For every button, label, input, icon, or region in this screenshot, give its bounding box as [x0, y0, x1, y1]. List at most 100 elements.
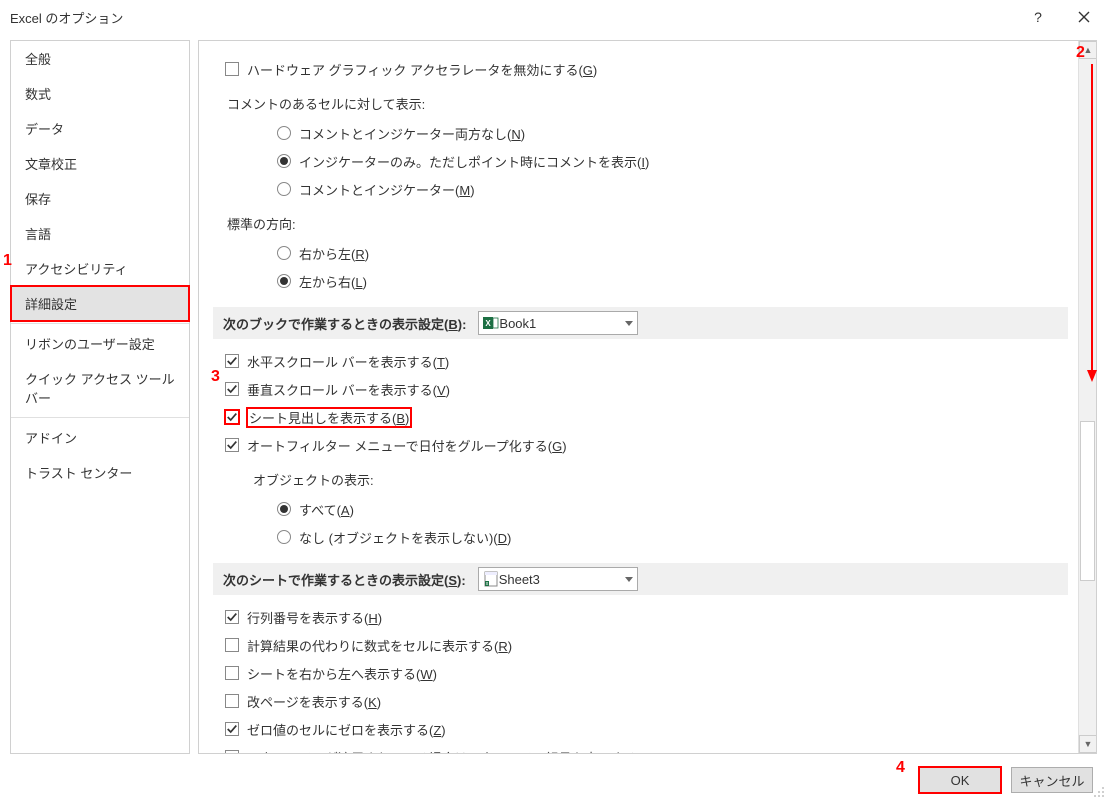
cancel-label: キャンセル — [1019, 771, 1084, 790]
objects-option-0-row: すべて(A) — [217, 495, 1068, 523]
objects-option-0-radio[interactable] — [277, 502, 291, 516]
sidebar-item-10[interactable]: アドイン — [11, 420, 189, 455]
sidebar-item-5[interactable]: 言語 — [11, 216, 189, 251]
hw-graphics-row: ハードウェア グラフィック アクセラレータを無効にする(G) — [225, 55, 1068, 83]
direction-option-1-label: 左から右(L) — [299, 272, 367, 291]
options-panel: ハードウェア グラフィック アクセラレータを無効にする(G) コメントのあるセルに… — [198, 40, 1097, 754]
sheet-opt-1-label: 計算結果の代わりに数式をセルに表示する(R) — [247, 636, 512, 655]
comment-option-0-row: コメントとインジケーター両方なし(N) — [217, 119, 1068, 147]
sidebar-item-6[interactable]: アクセシビリティ — [11, 251, 189, 286]
annotation-3: 3 — [211, 368, 220, 386]
direction-option-1-row: 左から右(L) — [217, 267, 1068, 295]
ok-label: OK — [951, 773, 970, 788]
workbook-opt-2-label: シート見出しを表示する(B) — [247, 408, 411, 427]
scrollbar-thumb[interactable] — [1080, 421, 1095, 581]
objects-group-label: オブジェクトの表示: — [253, 470, 374, 489]
sheet-opt-4-checkbox[interactable] — [225, 722, 239, 736]
sidebar-item-9[interactable]: クイック アクセス ツール バー — [11, 361, 189, 415]
sheet-opt-4-label: ゼロ値のセルにゼロを表示する(Z) — [247, 720, 446, 739]
workbook-opt-3-label: オートフィルター メニューで日付をグループ化する(G) — [247, 436, 567, 455]
dialog-footer: OK キャンセル — [0, 760, 1107, 800]
workbook-dropdown-value: Book1 — [499, 316, 536, 331]
workbook-opt-0-label: 水平スクロール バーを表示する(T) — [247, 352, 449, 371]
sidebar-item-7[interactable]: 詳細設定 — [11, 286, 189, 321]
direction-option-0-row: 右から左(R) — [217, 239, 1068, 267]
cancel-button[interactable]: キャンセル — [1011, 767, 1093, 793]
comment-option-1-radio[interactable] — [277, 154, 291, 168]
sidebar-item-4[interactable]: 保存 — [11, 181, 189, 216]
comment-option-2-radio[interactable] — [277, 182, 291, 196]
direction-option-0-label: 右から左(R) — [299, 244, 369, 263]
ok-button[interactable]: OK — [919, 767, 1001, 793]
comment-option-2-label: コメントとインジケーター(M) — [299, 180, 475, 199]
objects-option-1-row: なし (オブジェクトを表示しない)(D) — [217, 523, 1068, 551]
sheet-opt-5-checkbox[interactable] — [225, 750, 239, 753]
close-icon — [1078, 11, 1090, 23]
sheet-dropdown-value: Sheet3 — [499, 572, 540, 587]
sheet-section-header: 次のシートで作業するときの表示設定(S): xSheet3 — [213, 563, 1068, 595]
hw-graphics-label: ハードウェア グラフィック アクセラレータを無効にする(G) — [247, 60, 597, 79]
workbook-section-label: 次のブックで作業するときの表示設定(B): — [223, 314, 466, 333]
excel-icon: X — [483, 315, 499, 331]
workbook-opt-2-row: シート見出しを表示する(B) — [225, 403, 1068, 431]
sidebar-item-8[interactable]: リボンのユーザー設定 — [11, 326, 189, 361]
sheet-opt-3-label: 改ページを表示する(K) — [247, 692, 381, 711]
sheet-opt-1-checkbox[interactable] — [225, 638, 239, 652]
resize-grip-icon[interactable] — [1093, 786, 1105, 798]
sheet-opt-5-label: アウトラインが適用されている場合はアウトライン記号を表示する(O) — [247, 748, 655, 754]
sheet-opt-2-row: シートを右から左へ表示する(W) — [225, 659, 1068, 687]
sheet-opt-0-label: 行列番号を表示する(H) — [247, 608, 382, 627]
sheet-opt-0-checkbox[interactable] — [225, 610, 239, 624]
window-title: Excel のオプション — [10, 8, 123, 27]
sheet-opt-2-checkbox[interactable] — [225, 666, 239, 680]
comment-option-0-radio[interactable] — [277, 126, 291, 140]
objects-option-1-label: なし (オブジェクトを表示しない)(D) — [299, 528, 511, 547]
workbook-opt-3-checkbox[interactable] — [225, 438, 239, 452]
objects-option-0-label: すべて(A) — [299, 500, 354, 519]
chevron-down-icon — [625, 577, 633, 582]
workbook-opt-1-row: 垂直スクロール バーを表示する(V) — [225, 375, 1068, 403]
comment-option-2-row: コメントとインジケーター(M) — [217, 175, 1068, 203]
comment-option-1-row: インジケーターのみ。ただしポイント時にコメントを表示(I) — [217, 147, 1068, 175]
vertical-scrollbar[interactable]: ▲ ▼ — [1078, 41, 1096, 753]
direction-option-0-radio[interactable] — [277, 246, 291, 260]
sheet-dropdown[interactable]: xSheet3 — [478, 567, 638, 591]
sidebar-item-2[interactable]: データ — [11, 111, 189, 146]
sheet-opt-2-label: シートを右から左へ表示する(W) — [247, 664, 437, 683]
scroll-down-button[interactable]: ▼ — [1079, 735, 1097, 753]
title-bar: Excel のオプション ? — [0, 0, 1107, 34]
workbook-opt-1-checkbox[interactable] — [225, 382, 239, 396]
workbook-opt-3-row: オートフィルター メニューで日付をグループ化する(G) — [225, 431, 1068, 459]
direction-option-1-radio[interactable] — [277, 274, 291, 288]
sheet-section-label: 次のシートで作業するときの表示設定(S): — [223, 570, 466, 589]
hw-graphics-checkbox[interactable] — [225, 62, 239, 76]
comment-option-0-label: コメントとインジケーター両方なし(N) — [299, 124, 525, 143]
workbook-section-header: 次のブックで作業するときの表示設定(B): X Book1 — [213, 307, 1068, 339]
help-button[interactable]: ? — [1015, 0, 1061, 34]
workbook-opt-1-label: 垂直スクロール バーを表示する(V) — [247, 380, 450, 399]
workbook-opt-0-checkbox[interactable] — [225, 354, 239, 368]
sheet-opt-5-row: アウトラインが適用されている場合はアウトライン記号を表示する(O) — [225, 743, 1068, 753]
sheet-opt-4-row: ゼロ値のセルにゼロを表示する(Z) — [225, 715, 1068, 743]
comment-option-1-label: インジケーターのみ。ただしポイント時にコメントを表示(I) — [299, 152, 649, 171]
svg-text:X: X — [486, 319, 492, 328]
category-sidebar: 全般数式データ文章校正保存言語アクセシビリティ詳細設定リボンのユーザー設定クイッ… — [10, 40, 190, 754]
chevron-down-icon — [625, 321, 633, 326]
workbook-opt-2-checkbox[interactable] — [225, 410, 239, 424]
objects-option-1-radio[interactable] — [277, 530, 291, 544]
sidebar-item-3[interactable]: 文章校正 — [11, 146, 189, 181]
sheet-opt-3-row: 改ページを表示する(K) — [225, 687, 1068, 715]
workbook-dropdown[interactable]: X Book1 — [478, 311, 638, 335]
workbook-opt-0-row: 水平スクロール バーを表示する(T) — [225, 347, 1068, 375]
sidebar-item-11[interactable]: トラスト センター — [11, 455, 189, 490]
direction-group-label: 標準の方向: — [227, 214, 296, 233]
sheet-icon: x — [483, 571, 499, 587]
annotation-1: 1 — [3, 252, 12, 270]
sheet-opt-0-row: 行列番号を表示する(H) — [225, 603, 1068, 631]
comments-group-label: コメントのあるセルに対して表示: — [227, 94, 425, 113]
sheet-opt-3-checkbox[interactable] — [225, 694, 239, 708]
annotation-4: 4 — [896, 759, 905, 777]
sidebar-item-1[interactable]: 数式 — [11, 76, 189, 111]
sidebar-item-0[interactable]: 全般 — [11, 41, 189, 76]
close-button[interactable] — [1061, 0, 1107, 34]
